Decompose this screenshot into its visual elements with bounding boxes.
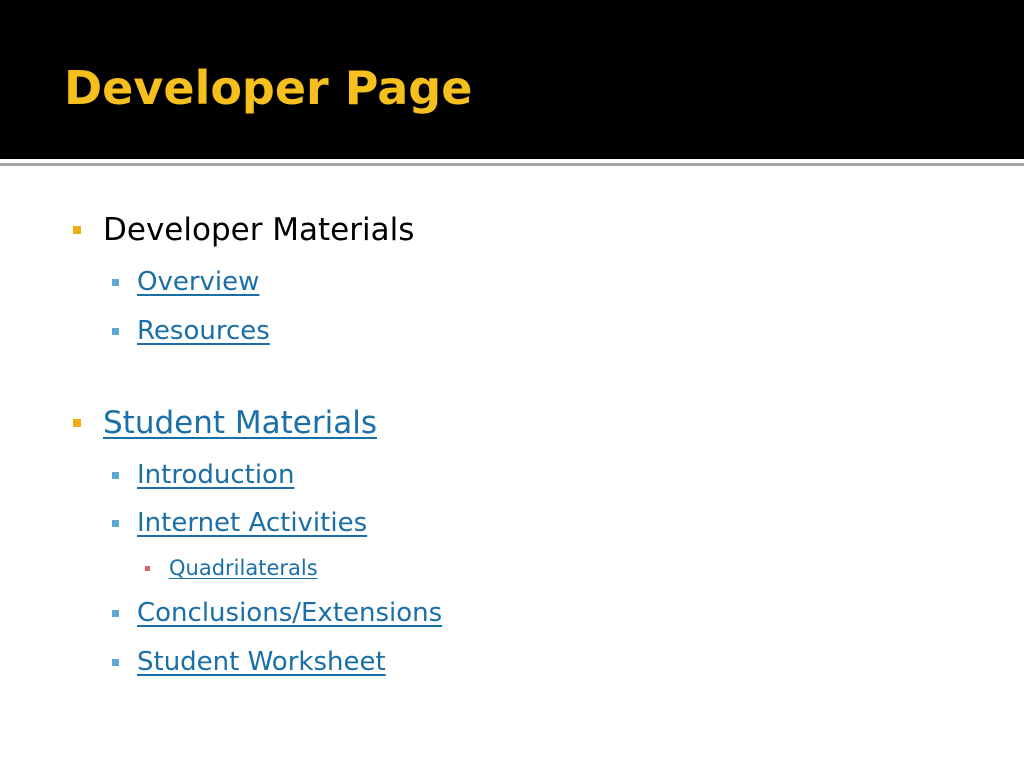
square-bullet-icon: [145, 565, 150, 571]
title-divider-shadow: [0, 163, 1024, 166]
square-bullet-icon: [73, 419, 81, 427]
bullet-introduction: Introduction: [112, 458, 294, 492]
conclusions-extensions-link[interactable]: Conclusions/Extensions: [137, 596, 442, 630]
bullet-developer-materials: Developer Materials: [73, 210, 414, 250]
slide-title: Developer Page: [64, 61, 473, 115]
resources-link[interactable]: Resources: [137, 314, 270, 348]
bullet-conclusions-extensions: Conclusions/Extensions: [112, 596, 442, 630]
bullet-student-worksheet: Student Worksheet: [112, 645, 386, 679]
bullet-quadrilaterals: Quadrilaterals: [145, 554, 318, 582]
bullet-resources: Resources: [112, 314, 270, 348]
square-bullet-icon: [112, 609, 119, 617]
square-bullet-icon: [112, 519, 119, 527]
introduction-link[interactable]: Introduction: [137, 458, 294, 492]
square-bullet-icon: [112, 658, 119, 666]
bullet-student-materials: Student Materials: [73, 403, 377, 443]
bullet-overview: Overview: [112, 265, 259, 299]
internet-activities-link[interactable]: Internet Activities: [137, 506, 367, 540]
quadrilaterals-link[interactable]: Quadrilaterals: [169, 554, 318, 582]
square-bullet-icon: [73, 226, 81, 234]
square-bullet-icon: [112, 471, 119, 479]
square-bullet-icon: [112, 327, 119, 335]
student-materials-link[interactable]: Student Materials: [103, 403, 377, 443]
bullet-internet-activities: Internet Activities: [112, 506, 367, 540]
square-bullet-icon: [112, 278, 119, 286]
student-worksheet-link[interactable]: Student Worksheet: [137, 645, 386, 679]
slide: Developer Page Developer Materials Overv…: [0, 0, 1024, 768]
overview-link[interactable]: Overview: [137, 265, 259, 299]
bullet-label: Developer Materials: [103, 212, 415, 248]
